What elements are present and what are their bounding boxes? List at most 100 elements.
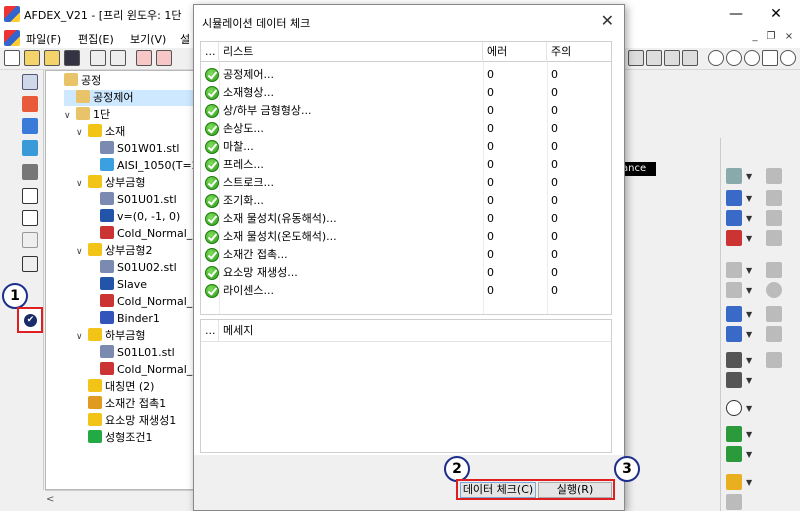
open-recent-icon[interactable] xyxy=(44,50,60,66)
table-row[interactable]: 마찰... 0 0 xyxy=(201,138,611,156)
tree-item[interactable]: ∨ 상부금형2 xyxy=(76,243,194,259)
pan-hand-icon[interactable] xyxy=(762,50,778,66)
table-row[interactable]: 상/하부 금형형상... 0 0 xyxy=(201,102,611,120)
caret-down-icon[interactable]: ▼ xyxy=(746,286,752,295)
caret-down-icon[interactable]: ▼ xyxy=(746,404,752,413)
data-check-button[interactable]: 데이터 체크(C) xyxy=(460,482,536,498)
caret-down-icon[interactable]: ▼ xyxy=(746,356,752,365)
tree-item[interactable]: 요소망 재생성1 xyxy=(76,413,194,429)
zoom-fit-icon[interactable] xyxy=(744,50,760,66)
tool-grid-icon[interactable] xyxy=(766,168,782,184)
tool-blank2-icon[interactable] xyxy=(726,494,742,510)
view-top-icon[interactable] xyxy=(628,50,644,66)
hierarchy-icon[interactable] xyxy=(22,210,38,226)
tree-scrollbar[interactable] xyxy=(45,490,195,511)
import-icon[interactable] xyxy=(90,50,106,66)
caret-down-icon[interactable]: ▼ xyxy=(746,234,752,243)
tool-pin-icon[interactable] xyxy=(766,230,782,246)
open-folder-icon[interactable] xyxy=(24,50,40,66)
tree-item[interactable]: Cold_Normal_lu xyxy=(88,294,194,310)
table-row[interactable]: 공정제어... 0 0 xyxy=(201,66,611,84)
tree-item[interactable]: S01U02.stl xyxy=(88,260,194,276)
material-icon[interactable] xyxy=(22,96,38,112)
tree-item[interactable]: Slave xyxy=(88,277,194,293)
tool-orient-icon[interactable] xyxy=(726,168,742,184)
caret-down-icon[interactable]: ▼ xyxy=(746,266,752,275)
table-row[interactable]: 손상도... 0 0 xyxy=(201,120,611,138)
caret-down-icon[interactable]: ▼ xyxy=(746,450,752,459)
tool-clock-icon[interactable] xyxy=(726,400,742,416)
table-row[interactable]: 스트로크... 0 0 xyxy=(201,174,611,192)
table-row[interactable]: 소재형상... 0 0 xyxy=(201,84,611,102)
tree-item[interactable]: Binder1 xyxy=(88,311,194,327)
tool-wire-icon[interactable] xyxy=(726,352,742,368)
caret-down-icon[interactable]: ▼ xyxy=(746,310,752,319)
caret-down-icon[interactable]: ▼ xyxy=(746,172,752,181)
rotate-icon[interactable] xyxy=(780,50,796,66)
tree-item[interactable]: 공정 xyxy=(52,73,194,89)
tool-ring-icon[interactable] xyxy=(766,282,782,298)
table-row[interactable]: 소재 물성치(온도해석)... 0 0 xyxy=(201,228,611,246)
table-row[interactable]: 조기화... 0 0 xyxy=(201,192,611,210)
tree-item[interactable]: S01U01.stl xyxy=(88,192,194,208)
save-icon[interactable] xyxy=(64,50,80,66)
data-check-highlight[interactable]: ✔ xyxy=(17,307,43,333)
tree-item[interactable]: ∨ 소재 xyxy=(76,124,194,141)
expand-toggle-icon[interactable]: ∨ xyxy=(76,176,86,192)
zoom-out-icon[interactable] xyxy=(708,50,724,66)
menu-settings[interactable]: 설 xyxy=(180,31,190,47)
minimize-button[interactable]: — xyxy=(716,2,756,26)
display-icon[interactable] xyxy=(22,164,38,180)
table-row[interactable]: 라이센스... 0 0 xyxy=(201,282,611,300)
tool-sensor-icon[interactable] xyxy=(726,306,742,322)
tree-item[interactable]: ∨ 1단 xyxy=(64,107,194,124)
tool-velocity-icon[interactable] xyxy=(726,190,742,206)
expand-toggle-icon[interactable]: ∨ xyxy=(64,108,74,124)
tool-tension-icon[interactable] xyxy=(726,210,742,226)
tree-item[interactable]: S01W01.stl xyxy=(88,141,194,157)
table-row[interactable]: 소재 물성치(유동해석)... 0 0 xyxy=(201,210,611,228)
caret-down-icon[interactable]: ▼ xyxy=(746,330,752,339)
mdi-close-button[interactable]: × xyxy=(782,30,796,44)
grid-col-warning[interactable]: 주의 xyxy=(547,42,611,62)
view-multi-icon[interactable] xyxy=(682,50,698,66)
menu-file[interactable]: 파일(F) xyxy=(26,31,61,47)
caret-down-icon[interactable]: ▼ xyxy=(746,376,752,385)
tree-item[interactable]: Cold_Normal_lu xyxy=(88,362,194,378)
view-cube-icon[interactable] xyxy=(136,50,152,66)
menu-edit[interactable]: 편집(E) xyxy=(78,31,114,47)
view-side-icon[interactable] xyxy=(646,50,662,66)
layout-icon[interactable] xyxy=(22,256,38,272)
tree-item[interactable]: 성형조건1 xyxy=(76,430,194,446)
grid-col-status[interactable]: ... xyxy=(201,42,219,62)
tree-item[interactable]: 대칭면 (2) xyxy=(76,379,194,395)
table-row[interactable]: 프레스... 0 0 xyxy=(201,156,611,174)
menu-view[interactable]: 보기(V) xyxy=(130,31,166,47)
tool-heat-icon[interactable] xyxy=(726,326,742,342)
tool-assembly-icon[interactable] xyxy=(726,426,742,442)
zoom-in-icon[interactable] xyxy=(726,50,742,66)
arrange-icon[interactable] xyxy=(22,188,38,204)
tool-force-icon[interactable] xyxy=(766,190,782,206)
tree-item[interactable]: Cold_Normal_lu xyxy=(88,226,194,242)
table-row[interactable]: 소재간 접촉... 0 0 xyxy=(201,246,611,264)
tree-item[interactable]: S01L01.stl xyxy=(88,345,194,361)
tool-hatch-icon[interactable] xyxy=(766,352,782,368)
tree-item[interactable]: 소재간 접촉1 xyxy=(76,396,194,412)
tool-assembly2-icon[interactable] xyxy=(726,446,742,462)
tree-item[interactable]: ∨ 상부금형 xyxy=(76,175,194,192)
mdi-minimize-button[interactable]: _ xyxy=(748,30,762,44)
caret-down-icon[interactable]: ▼ xyxy=(746,478,752,487)
tree-item[interactable]: ∨ 하부금형 xyxy=(76,328,194,344)
tool-blank-icon[interactable] xyxy=(726,474,742,490)
tool-pen-icon[interactable] xyxy=(766,210,782,226)
grid-col-list[interactable]: 리스트 xyxy=(219,42,483,62)
scroll-left-icon[interactable]: < xyxy=(46,494,54,505)
die-setup-icon[interactable] xyxy=(22,118,38,134)
tool-cut-icon[interactable] xyxy=(766,262,782,278)
expand-toggle-icon[interactable]: ∨ xyxy=(76,125,86,141)
new-file-icon[interactable] xyxy=(4,50,20,66)
tree-item[interactable]: v=(0, -1, 0) xyxy=(88,209,194,225)
caret-down-icon[interactable]: ▼ xyxy=(746,430,752,439)
monitor-icon[interactable] xyxy=(22,140,38,156)
